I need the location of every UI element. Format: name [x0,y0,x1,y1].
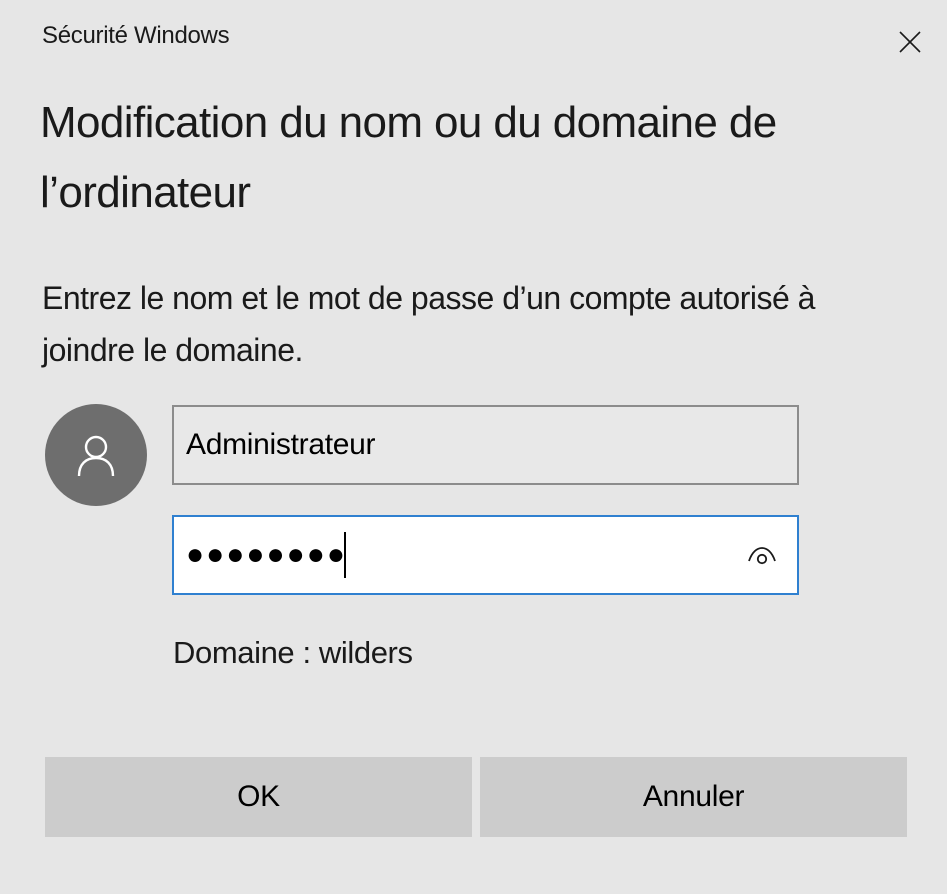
close-button[interactable] [888,20,932,64]
username-field-container [172,405,799,485]
domain-label: Domaine : wilders [173,635,413,670]
avatar [45,404,147,506]
eye-icon [748,547,776,565]
text-caret [344,532,346,578]
app-title: Sécurité Windows [42,22,230,49]
password-field-container [172,515,799,595]
dialog-instructions: Entrez le nom et le mot de passe d’un co… [42,280,815,368]
ok-button[interactable]: OK [45,757,472,837]
close-icon [899,31,921,53]
password-input[interactable] [174,517,346,593]
reveal-password-button[interactable] [727,517,797,593]
windows-security-dialog: Sécurité Windows Modification du nom ou … [0,0,947,894]
cancel-button[interactable]: Annuler [480,757,907,837]
dialog-heading: Modification du nom ou du domaine de l’o… [40,98,777,217]
user-icon [77,435,115,477]
username-input[interactable] [174,407,797,483]
